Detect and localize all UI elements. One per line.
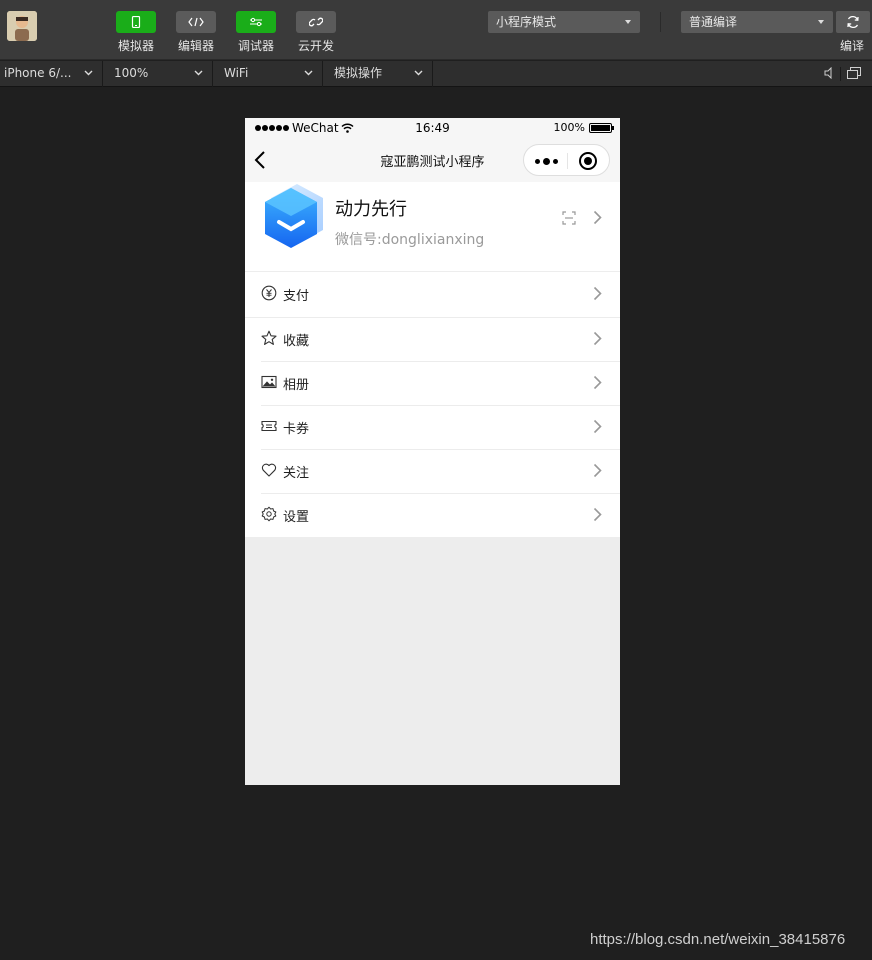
mode-select-value: 小程序模式: [496, 15, 557, 29]
menu-item-album[interactable]: 相册: [245, 361, 620, 405]
network-select[interactable]: WiFi: [213, 61, 323, 87]
chevron-down-icon: [304, 70, 313, 76]
gear-icon: [261, 506, 277, 522]
menu-item-coupons[interactable]: 卡券: [245, 405, 620, 449]
menu-item-follow[interactable]: 关注: [245, 449, 620, 493]
capsule-menu: [523, 144, 610, 176]
more-icon[interactable]: [535, 155, 559, 167]
chevron-right-icon: [593, 375, 602, 390]
simulator-label: 模拟器: [117, 39, 154, 53]
cloud-link-icon[interactable]: [296, 11, 336, 33]
compile-button[interactable]: [836, 11, 870, 33]
chevron-down-icon: [414, 70, 423, 76]
simulator-tool[interactable]: 模拟器: [116, 11, 156, 54]
scan-qr-icon[interactable]: [562, 211, 576, 225]
compile-select-value: 普通编译: [689, 15, 738, 29]
operation-select-value: 模拟操作: [334, 66, 383, 80]
profile-card[interactable]: 动力先行 微信号:donglixianxing: [245, 182, 620, 271]
debugger-label: 调试器: [237, 39, 274, 53]
top-toolbar: 模拟器 编辑器 调试器 云开发 小程序模式 普通编译 编译: [0, 0, 872, 60]
battery: 100%: [553, 121, 614, 134]
chevron-right-icon: [593, 463, 602, 478]
device-select[interactable]: iPhone 6/...: [0, 61, 103, 87]
app-logo-icon: [265, 184, 323, 248]
debugger-tool[interactable]: 调试器: [236, 11, 276, 54]
menu-list: 支付 收藏 相册 卡券 关注 设置: [245, 272, 620, 537]
menu-item-favorites[interactable]: 收藏: [245, 317, 620, 361]
editor-label: 编辑器: [177, 39, 214, 53]
menu-label-album: 相册: [283, 378, 310, 393]
phone-icon[interactable]: [116, 11, 156, 33]
battery-percent: 100%: [553, 121, 585, 134]
wechat-id: 微信号:donglixianxing: [335, 232, 485, 248]
battery-icon: [589, 122, 614, 133]
compile-select[interactable]: 普通编译: [681, 11, 833, 33]
chevron-right-icon: [593, 507, 602, 522]
chevron-right-icon: [593, 331, 602, 346]
chevron-right-icon: [593, 210, 602, 225]
chevron-right-icon: [593, 419, 602, 434]
image-icon: [261, 375, 277, 389]
menu-item-pay[interactable]: 支付: [245, 272, 620, 316]
zoom-select[interactable]: 100%: [103, 61, 213, 87]
detach-window-icon[interactable]: [847, 67, 861, 79]
menu-item-settings[interactable]: 设置: [245, 493, 620, 537]
star-icon: [261, 330, 277, 345]
user-avatar[interactable]: [7, 11, 37, 41]
heart-icon: [261, 463, 277, 477]
operation-select[interactable]: 模拟操作: [323, 61, 433, 87]
zoom-select-value: 100%: [114, 66, 149, 80]
cloud-dev-tool[interactable]: 云开发: [296, 11, 336, 54]
menu-label-follow: 关注: [283, 466, 310, 481]
cloud-dev-label: 云开发: [297, 39, 334, 53]
menu-label-pay: 支付: [283, 289, 310, 304]
toolbar-divider: [660, 12, 661, 32]
menu-label-favorites: 收藏: [283, 334, 310, 349]
caret-down-icon: [625, 20, 631, 24]
debug-icon[interactable]: [236, 11, 276, 33]
ticket-icon: [261, 420, 277, 432]
menu-label-settings: 设置: [283, 510, 310, 525]
profile-name: 动力先行: [335, 199, 407, 220]
status-bar: WeChat 16:49 100%: [245, 118, 620, 138]
speaker-icon[interactable]: [823, 67, 833, 79]
phone-screen: WeChat 16:49 100% 寇亚鹏测试小程序 动力先行 微信号:dong…: [245, 118, 620, 785]
subbar-divider: [840, 67, 841, 81]
capsule-divider: [567, 153, 568, 169]
close-miniprogram-icon[interactable]: [579, 152, 597, 170]
simulator-subbar: iPhone 6/... 100% WiFi 模拟操作: [0, 61, 872, 87]
compile-label: 编译: [840, 39, 865, 53]
nav-bar: 寇亚鹏测试小程序: [245, 138, 620, 182]
watermark: https://blog.csdn.net/weixin_38415876: [590, 931, 846, 948]
mode-select[interactable]: 小程序模式: [488, 11, 640, 33]
network-select-value: WiFi: [224, 66, 249, 80]
chevron-down-icon: [194, 70, 203, 76]
menu-label-coupons: 卡券: [283, 422, 310, 437]
chevron-down-icon: [84, 70, 93, 76]
refresh-icon: [847, 15, 859, 29]
editor-tool[interactable]: 编辑器: [176, 11, 216, 54]
device-select-value: iPhone 6/...: [4, 66, 72, 80]
code-icon[interactable]: [176, 11, 216, 33]
yuan-circle-icon: [261, 285, 277, 301]
caret-down-icon: [818, 20, 824, 24]
chevron-right-icon: [593, 286, 602, 301]
